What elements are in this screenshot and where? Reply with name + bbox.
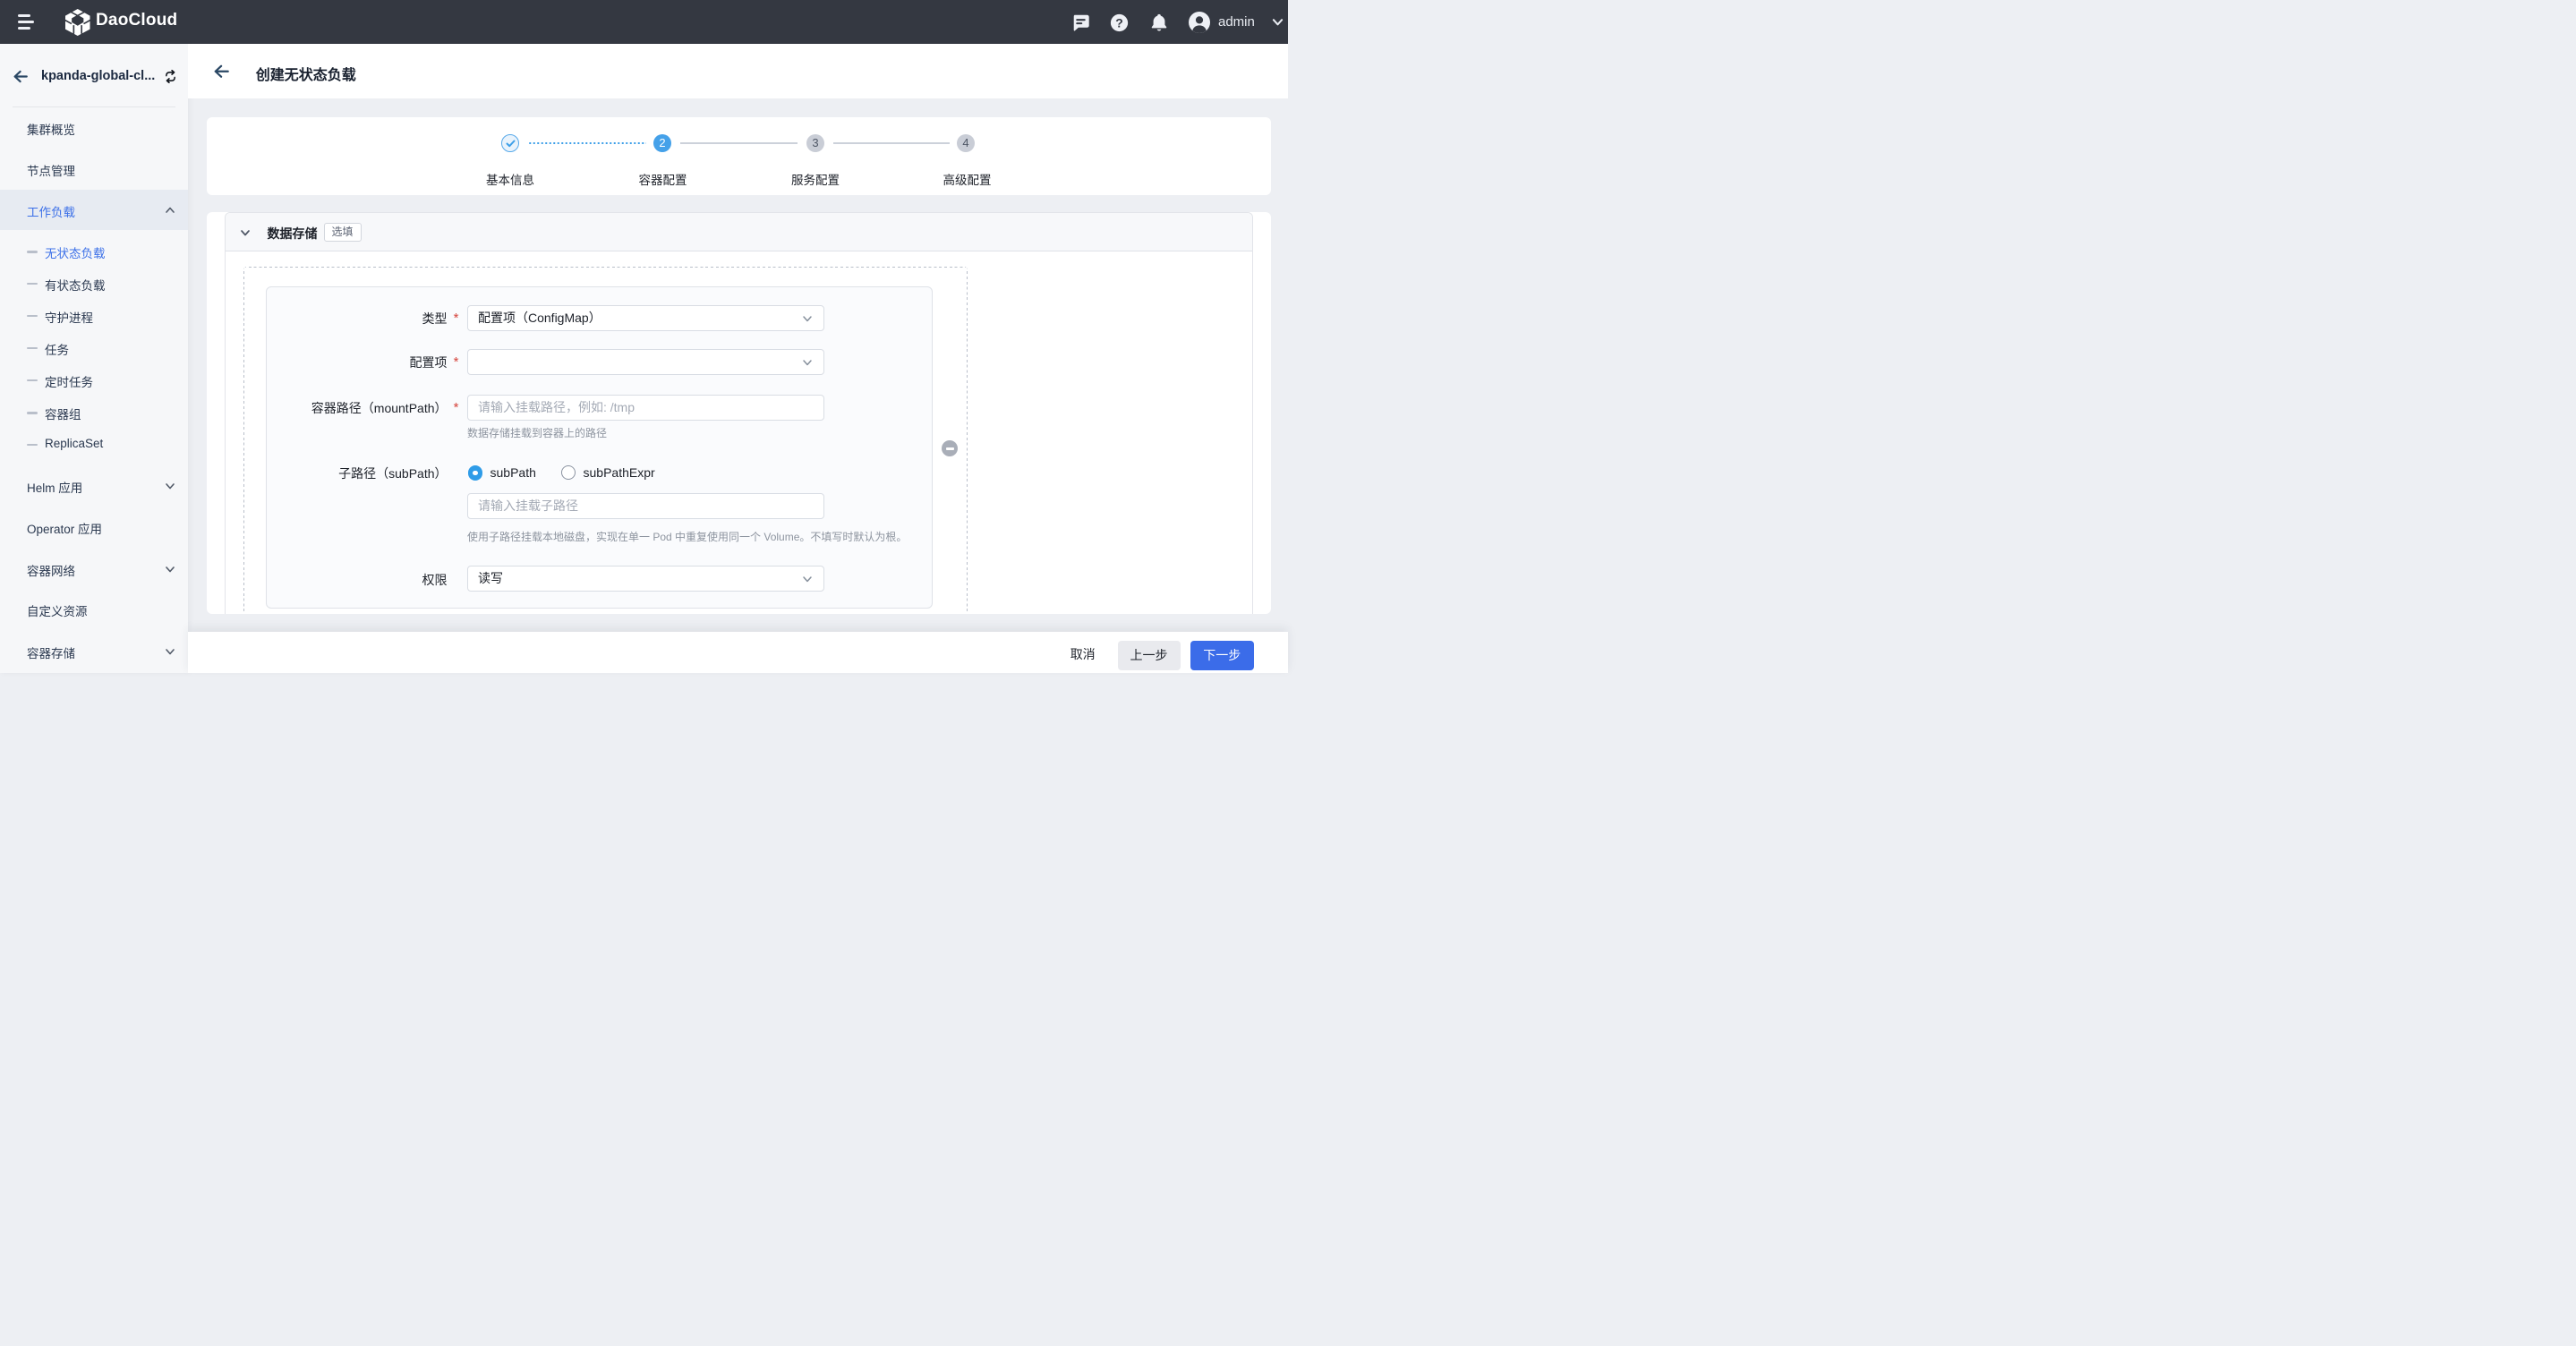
svg-text:?: ? [1115, 15, 1123, 30]
